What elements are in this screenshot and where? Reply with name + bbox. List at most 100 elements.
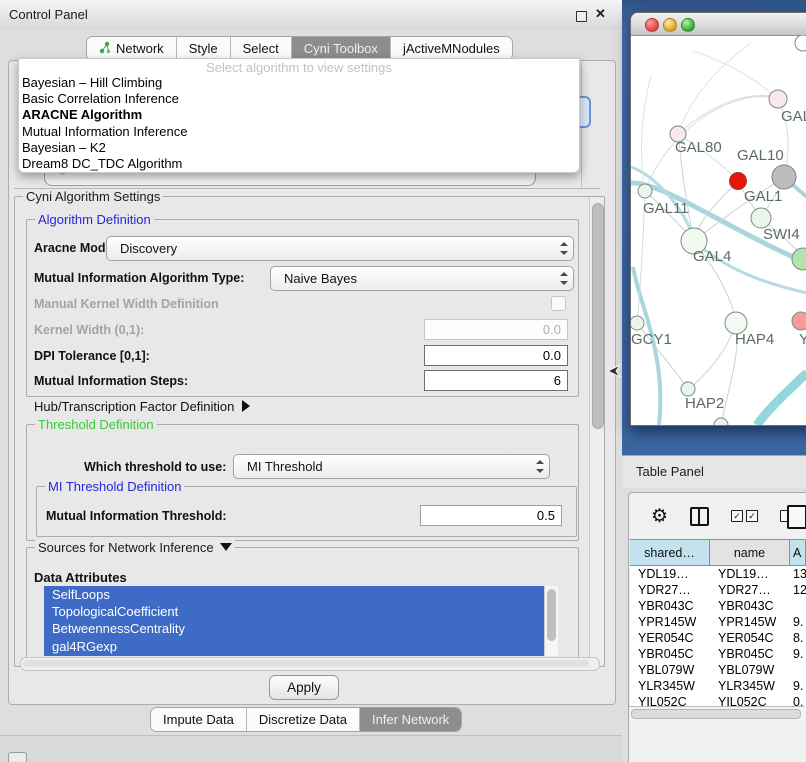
network-node[interactable] [681,382,695,396]
list-item[interactable]: TopologicalCoefficient [44,603,558,620]
control-panel-title: Control Panel [9,7,88,22]
manual-kernel-checkbox[interactable] [551,296,566,311]
network-node[interactable] [638,184,652,198]
network-node[interactable] [772,165,796,189]
mi-type-combo[interactable]: Naive Bayes [270,266,574,291]
kernel-width-input[interactable]: 0.0 [424,319,568,340]
tab-select[interactable]: Select [231,37,292,60]
aracne-mode-value: Discovery [107,241,555,256]
list-scrollbar[interactable] [544,586,558,656]
network-node[interactable] [730,173,747,190]
table-row[interactable]: YER054CYER054C8. [630,630,806,646]
column-header-name[interactable]: name [710,540,790,565]
settings-horizontal-scrollbar[interactable] [20,657,600,671]
close-window-icon[interactable] [645,18,659,32]
network-edge [691,323,736,387]
node-label: GAL11 [643,200,689,217]
network-node[interactable] [795,35,806,51]
sources-title-label: Sources for Network Inference [38,540,214,555]
kernel-width-label: Kernel Width (0,1): [34,323,144,337]
network-node[interactable] [751,208,771,228]
column-layout-icon[interactable] [690,507,709,526]
tab-jactivemnodules[interactable]: jActiveMNodules [391,37,512,60]
which-threshold-combo[interactable]: MI Threshold [233,454,550,479]
table-cell: YBR045C [710,646,790,662]
select-all-checkboxes-icon[interactable]: ✓ ✓ [731,510,758,522]
minimize-window-icon[interactable] [663,18,677,32]
network-edge [757,373,806,425]
table-cell: YPR145W [630,614,710,630]
column-header-clipped[interactable]: A [790,540,806,565]
table-cell: 12 [790,582,806,598]
tab-network[interactable]: Network [87,37,177,60]
table-row[interactable]: YDL19…YDL19…13 [630,566,806,582]
mi-steps-input[interactable]: 6 [424,370,568,391]
stepper-icon [555,267,573,290]
table-panel-title: Table Panel [636,464,704,479]
dropdown-item[interactable]: Bayesian – K2 [19,140,579,156]
mi-type-label: Mutual Information Algorithm Type: [34,271,244,285]
table-horizontal-scrollbar[interactable] [629,706,805,720]
hub-definition-toggle[interactable]: Hub/Transcription Factor Definition [34,399,250,414]
list-scrollbar-thumb[interactable] [547,589,556,641]
network-node[interactable] [769,90,787,108]
settings-scrollbar[interactable] [589,197,604,665]
node-label: GAL4 [693,248,731,265]
node-label: GAL [781,108,806,125]
collapse-down-icon [220,543,232,551]
dropdown-item[interactable]: Basic Correlation Inference [19,91,579,107]
settings-group-title: Cyni Algorithm Settings [23,189,163,204]
network-node[interactable] [792,312,806,330]
table-row[interactable]: YPR145WYPR145W9. [630,614,806,630]
dropdown-item[interactable]: Mutual Information Inference [19,124,579,140]
dpi-tolerance-input[interactable]: 0.0 [424,345,568,366]
table-scrollbar-thumb[interactable] [631,709,801,719]
close-icon[interactable]: ✕ [595,6,606,22]
node-label: Y [799,331,806,348]
list-item[interactable]: gal4RGexp [44,638,558,655]
network-node[interactable] [631,316,644,330]
control-panel-titlebar: Control Panel ✕ [0,0,622,31]
sources-group-title[interactable]: Sources for Network Inference [35,540,235,555]
table-row[interactable]: YBR043CYBR043C [630,598,806,614]
tab-infer-network[interactable]: Infer Network [360,708,461,731]
list-item[interactable]: BetweennessCentrality [44,620,558,637]
network-view-window: GALGAL80GAL10GAL11GAL1SWI4GAL4GCY1HAP4YH… [630,12,806,426]
table-row[interactable]: YBR045CYBR045C9. [630,646,806,662]
bottom-strip [0,735,622,762]
apply-button[interactable]: Apply [269,675,339,700]
which-threshold-label: Which threshold to use: [84,460,226,474]
dropdown-item[interactable]: Bayesian – Hill Climbing [19,75,579,91]
tab-style[interactable]: Style [177,37,231,60]
column-header-shared-name[interactable]: shared… [630,540,710,565]
which-threshold-value: MI Threshold [234,459,531,474]
table-row[interactable]: YBL079WYBL079W [630,662,806,678]
table-cell: YER054C [630,630,710,646]
tab-discretize-data[interactable]: Discretize Data [247,708,360,731]
zoom-window-icon[interactable] [681,18,695,32]
dropdown-item[interactable]: Dream8 DC_TDC Algorithm [19,156,579,172]
expand-right-icon [242,400,250,412]
network-canvas[interactable]: GALGAL80GAL10GAL11GAL1SWI4GAL4GCY1HAP4YH… [631,35,806,425]
network-window-titlebar[interactable] [631,13,806,36]
list-item[interactable]: SelfLoops [44,586,558,603]
horizontal-scrollbar-thumb[interactable] [23,660,589,667]
settings-gear-icon[interactable]: ⚙ [651,505,668,528]
network-node[interactable] [792,248,806,270]
table-panel-titlebar: Table Panel [622,455,806,488]
dropdown-item-selected[interactable]: ARACNE Algorithm [19,107,579,123]
tab-impute-data[interactable]: Impute Data [151,708,247,731]
data-attributes-list[interactable]: SelfLoops TopologicalCoefficient Between… [44,586,558,656]
function-builder-icon[interactable] [787,505,806,529]
aracne-mode-combo[interactable]: Discovery [106,236,574,261]
mi-threshold-input[interactable]: 0.5 [420,505,562,526]
docked-panel-icon[interactable] [8,752,27,762]
float-panel-icon[interactable] [576,11,587,22]
table-row[interactable]: YDR27…YDR27…12 [630,582,806,598]
table-row[interactable]: YLR345WYLR345W9. [630,678,806,694]
network-node[interactable] [714,418,728,425]
table-cell [790,662,806,678]
settings-scrollbar-thumb[interactable] [592,203,604,429]
tab-cyni-toolbox[interactable]: Cyni Toolbox [292,37,391,60]
table-cell: YDR27… [710,582,790,598]
